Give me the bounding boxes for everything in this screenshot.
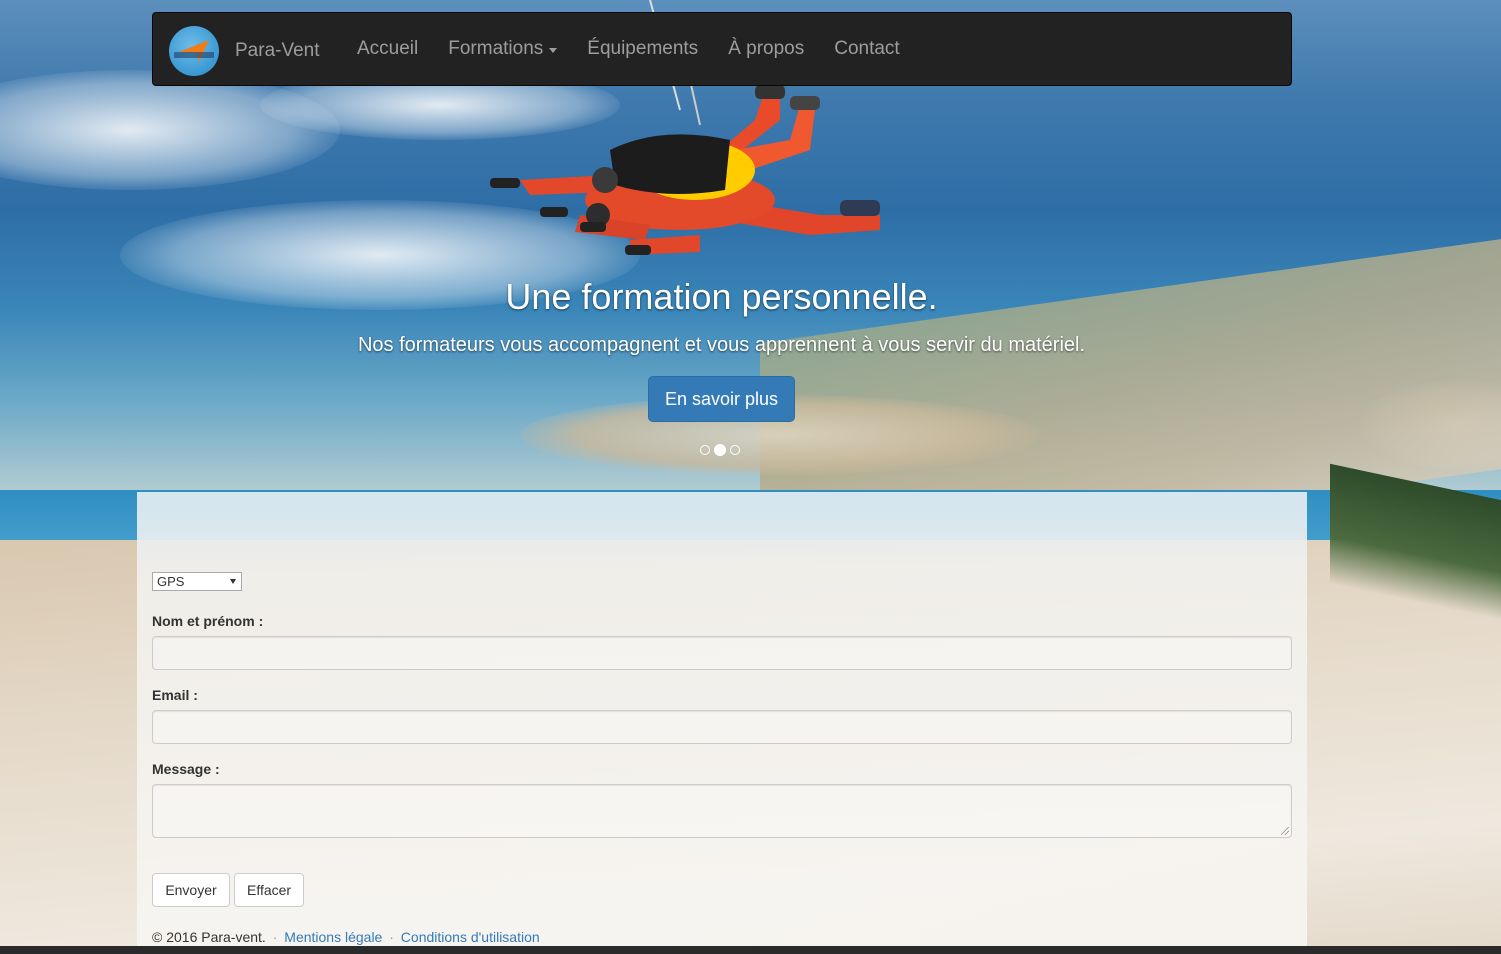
resize-grip-icon[interactable] — [1281, 827, 1289, 835]
nav-item-accueil: Accueil — [342, 38, 433, 60]
email-input[interactable] — [152, 710, 1292, 744]
learn-more-button[interactable]: En savoir plus — [648, 376, 795, 422]
carousel-indicator-1[interactable] — [700, 445, 710, 455]
nav-menu: Accueil Formations Équipements À propos … — [342, 13, 915, 85]
message-textarea[interactable] — [152, 784, 1292, 838]
footer-separator: · — [272, 929, 278, 945]
footer: © 2016 Para-vent. · Mentions légale · Co… — [152, 929, 540, 945]
carousel-indicator-3[interactable] — [730, 445, 740, 455]
bottom-strip — [0, 946, 1501, 954]
legal-notice-link[interactable]: Mentions légale — [284, 929, 382, 945]
top-navbar: Para-Vent Accueil Formations Équipements… — [152, 12, 1292, 86]
carousel-indicators — [700, 444, 740, 456]
caret-down-icon — [549, 47, 558, 53]
device-select-value: GPS — [157, 574, 185, 589]
brand[interactable]: Para-Vent — [169, 26, 320, 76]
nav-item-equipements: Équipements — [572, 38, 713, 60]
carousel-caption: Une formation personnelle. Nos formateur… — [0, 275, 1443, 359]
nav-link-accueil[interactable]: Accueil — [357, 38, 418, 60]
nav-item-formations: Formations — [433, 38, 572, 60]
nav-item-contact: Contact — [819, 38, 914, 60]
reset-button[interactable]: Effacer — [234, 873, 304, 907]
name-input[interactable] — [152, 636, 1292, 670]
nav-link-equipements[interactable]: Équipements — [587, 38, 698, 60]
parachute-logo-icon[interactable] — [169, 26, 219, 76]
terms-link[interactable]: Conditions d'utilisation — [401, 929, 540, 945]
hero-subtitle: Nos formateurs vous accompagnent et vous… — [357, 334, 1086, 356]
device-select[interactable]: GPS — [152, 572, 242, 591]
carousel-indicator-2[interactable] — [714, 444, 726, 456]
nav-link-formations-label: Formations — [448, 38, 544, 59]
email-label: Email : — [152, 687, 198, 703]
logo-glyph — [174, 40, 214, 62]
nav-link-apropos[interactable]: À propos — [728, 38, 804, 60]
message-label: Message : — [152, 761, 220, 777]
nav-link-contact[interactable]: Contact — [834, 38, 899, 60]
submit-button[interactable]: Envoyer — [152, 873, 230, 907]
copyright-text: © 2016 Para-vent. — [152, 929, 266, 945]
nav-link-formations-dropdown[interactable]: Formations — [448, 38, 558, 60]
nav-item-apropos: À propos — [713, 38, 819, 60]
brand-name-link[interactable]: Para-Vent — [235, 40, 320, 62]
hero-title: Une formation personnelle. — [505, 276, 938, 317]
name-label: Nom et prénom : — [152, 613, 264, 629]
footer-separator: · — [389, 929, 394, 945]
select-arrow-icon — [230, 579, 236, 584]
